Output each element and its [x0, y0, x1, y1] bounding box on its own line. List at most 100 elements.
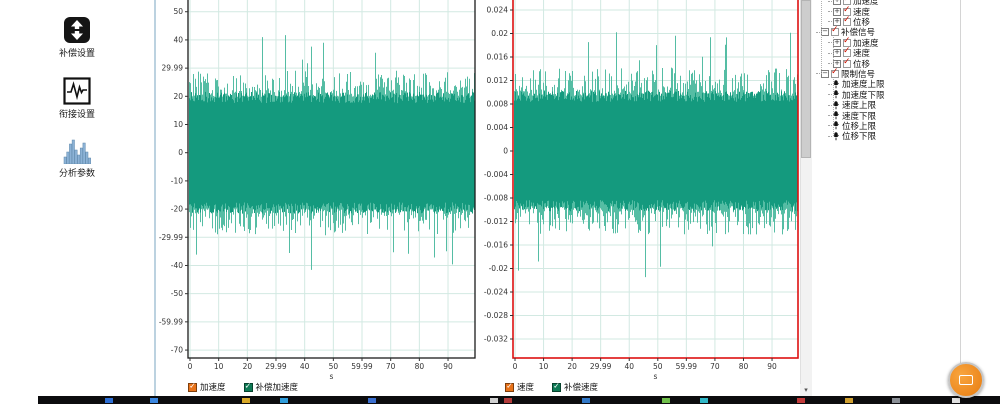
svg-text:-20: -20	[171, 205, 183, 214]
taskbar-app-icon[interactable]	[150, 398, 158, 403]
vertical-scrollbar-thumb[interactable]	[801, 0, 811, 158]
signal-probe-icon	[833, 132, 840, 141]
taskbar-app-icon[interactable]	[797, 398, 805, 403]
svg-text:-0.028: -0.028	[484, 311, 508, 320]
taskbar-app-icon[interactable]	[700, 398, 708, 403]
tree-connector-line	[821, 0, 822, 74]
svg-text:40: 40	[300, 362, 310, 371]
toolbar-item-label: 衔接设置	[59, 107, 95, 120]
signal-probe-icon	[833, 80, 840, 89]
expand-toggle-icon[interactable]: +	[833, 0, 841, 5]
svg-text:-0.008: -0.008	[484, 194, 508, 203]
taskbar-app-icon[interactable]	[662, 398, 670, 403]
svg-text:10: 10	[539, 362, 549, 371]
svg-text:10: 10	[173, 120, 183, 129]
checked-checkbox-icon[interactable]: ✓	[831, 28, 839, 36]
legend-label: 速度	[517, 381, 534, 393]
checked-checkbox-icon[interactable]: ✓	[188, 383, 197, 392]
taskbar[interactable]	[38, 396, 1000, 404]
checked-checkbox-icon[interactable]: ✓	[843, 18, 851, 26]
scrollbar-down-arrow-icon[interactable]: ▾	[800, 384, 812, 396]
taskbar-app-icon[interactable]	[105, 398, 113, 403]
taskbar-app-icon[interactable]	[504, 398, 512, 403]
chart2-legend: ✓ 速度 ✓ 补偿速度	[505, 381, 598, 393]
svg-text:0.004: 0.004	[487, 123, 509, 132]
tree-panel-divider	[960, 0, 961, 396]
svg-text:80: 80	[415, 362, 425, 371]
taskbar-app-icon[interactable]	[280, 398, 288, 403]
taskbar-app-icon[interactable]	[242, 398, 250, 403]
svg-text:-70: -70	[171, 346, 183, 355]
signal-probe-icon	[833, 121, 840, 130]
expand-toggle-icon[interactable]: +	[833, 49, 841, 57]
svg-text:50: 50	[173, 7, 183, 16]
expand-toggle-icon[interactable]: +	[833, 39, 841, 47]
waveform-icon	[63, 77, 91, 105]
svg-text:80: 80	[739, 362, 749, 371]
svg-text:20: 20	[567, 362, 577, 371]
taskbar-app-icon[interactable]	[845, 398, 853, 403]
signal-probe-icon	[833, 101, 840, 110]
svg-text:-50: -50	[171, 289, 183, 298]
svg-text:29.99: 29.99	[162, 64, 184, 73]
legend-item-compensated-acceleration[interactable]: ✓ 补偿加速度	[244, 381, 299, 393]
signal-probe-icon	[833, 111, 840, 120]
legend-label: 补偿加速度	[256, 381, 299, 393]
svg-text:70: 70	[386, 362, 396, 371]
svg-text:40: 40	[173, 35, 183, 44]
tree-connector-line	[833, 32, 834, 63]
tree-connector-stub	[828, 63, 832, 64]
expand-toggle-icon[interactable]: +	[833, 8, 841, 16]
taskbar-app-icon[interactable]	[582, 398, 590, 403]
legend-label: 加速度	[200, 381, 226, 393]
legend-item-velocity[interactable]: ✓ 速度	[505, 381, 534, 393]
chart1-legend: ✓ 加速度 ✓ 补偿加速度	[188, 381, 298, 393]
collapse-toggle-icon[interactable]: −	[821, 28, 829, 36]
svg-text:s: s	[330, 372, 334, 381]
taskbar-app-icon[interactable]	[892, 398, 900, 403]
svg-text:0: 0	[513, 362, 518, 371]
checked-checkbox-icon[interactable]: ✓	[244, 383, 253, 392]
toolbar-item-analysis-parameters[interactable]: 分析参数	[0, 138, 154, 179]
svg-text:-0.032: -0.032	[484, 335, 508, 344]
signal-probe-icon	[833, 90, 840, 99]
tree-connector-stub	[828, 42, 832, 43]
svg-text:50: 50	[329, 362, 339, 371]
legend-item-acceleration[interactable]: ✓ 加速度	[188, 381, 226, 393]
collapse-toggle-icon[interactable]: −	[821, 70, 829, 78]
checked-checkbox-icon[interactable]: ✓	[552, 383, 561, 392]
svg-text:20: 20	[173, 92, 183, 101]
svg-text:0.016: 0.016	[487, 53, 509, 62]
toolbar-item-label: 分析参数	[59, 166, 95, 179]
floating-logo-button[interactable]	[948, 362, 984, 398]
svg-text:0: 0	[503, 147, 508, 156]
svg-text:-59.99: -59.99	[159, 317, 183, 326]
tree-item[interactable]: −✓补偿信号	[812, 27, 958, 37]
svg-text:0.008: 0.008	[487, 100, 509, 109]
taskbar-app-icon[interactable]	[368, 398, 376, 403]
taskbar-app-icon[interactable]	[490, 398, 498, 403]
svg-text:10: 10	[214, 362, 224, 371]
svg-text:0.012: 0.012	[487, 76, 509, 85]
svg-text:0: 0	[178, 148, 183, 157]
legend-item-compensated-velocity[interactable]: ✓ 补偿速度	[552, 381, 598, 393]
checked-checkbox-icon[interactable]: ✓	[843, 60, 851, 68]
tree-connector-stub	[828, 11, 832, 12]
svg-text:-0.02: -0.02	[489, 264, 509, 273]
toolbar-item-compensation-settings[interactable]: 补偿设置	[0, 16, 154, 59]
tree-connector-stub	[828, 21, 832, 22]
toolbar-item-connection-settings[interactable]: 衔接设置	[0, 77, 154, 120]
tree-connector-stub	[828, 125, 832, 126]
taskbar-app-icon[interactable]	[952, 398, 960, 403]
acceleration-waveform-chart: 504029.9920100-10-20-29.99-40-50-59.99-7…	[158, 0, 482, 394]
svg-text:-0.004: -0.004	[484, 170, 508, 179]
legend-label: 补偿速度	[564, 381, 598, 393]
svg-text:59.99: 59.99	[351, 362, 373, 371]
tree-item[interactable]: +✓速度	[812, 6, 958, 16]
tree-item-label[interactable]: 位移下限	[842, 130, 876, 142]
svg-text:20: 20	[243, 362, 253, 371]
svg-text:90: 90	[443, 362, 453, 371]
checked-checkbox-icon[interactable]: ✓	[831, 70, 839, 78]
checked-checkbox-icon[interactable]: ✓	[505, 383, 514, 392]
tree-item[interactable]: −✓限制信号	[812, 69, 958, 79]
